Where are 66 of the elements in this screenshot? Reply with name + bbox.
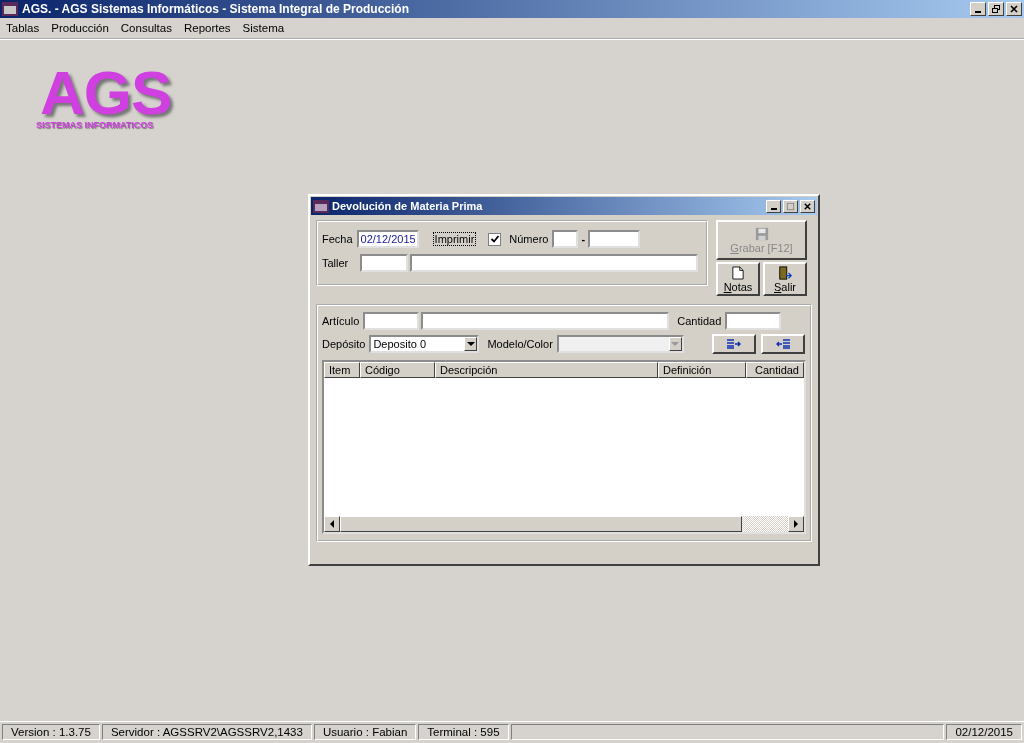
horizontal-scrollbar[interactable] <box>324 516 804 532</box>
app-icon <box>2 1 18 17</box>
close-icon <box>1009 4 1019 14</box>
status-panel: Terminal : 595 <box>418 724 509 740</box>
checkbox-label[interactable]: Imprimir <box>432 232 477 246</box>
number-field[interactable] <box>588 230 641 248</box>
menu-item[interactable]: Reportes <box>177 22 237 34</box>
menu-item[interactable]: Sistema <box>236 22 291 34</box>
print-checkbox[interactable] <box>488 232 502 246</box>
maximize-button[interactable] <box>783 199 798 213</box>
number-prefix-field[interactable] <box>552 230 579 248</box>
separator-text: - <box>581 233 586 245</box>
column-header[interactable]: Código <box>360 362 435 378</box>
field-label: Fecha <box>322 233 353 245</box>
workshop-name-field[interactable] <box>410 254 699 272</box>
article-code-field[interactable] <box>363 312 420 330</box>
menu-item[interactable]: Tablas <box>0 22 46 34</box>
minimize-icon <box>975 11 981 13</box>
logo-subtitle: SISTEMAS INFORMATICOS <box>36 120 154 130</box>
left-arrow-icon <box>330 520 334 528</box>
add-row-button[interactable] <box>711 334 756 354</box>
field-label: Depósito <box>322 338 366 350</box>
warehouse-dropdown[interactable]: Deposito 0 <box>369 335 480 353</box>
menu-item[interactable]: Producción <box>45 22 115 34</box>
logo-text: AGS <box>40 66 172 120</box>
dialog-title: Devolución de Materia Prima <box>332 200 484 212</box>
notes-button[interactable]: Notas <box>716 262 760 296</box>
column-header[interactable]: Cantidad <box>746 362 804 378</box>
maximize-icon <box>786 201 795 211</box>
quantity-field[interactable] <box>725 312 782 330</box>
minimize-button[interactable] <box>970 2 986 16</box>
field-label: Cantidad <box>677 315 722 327</box>
status-panel: Servidor : AGSSRV2\AGSSRV2,1433 <box>101 724 312 740</box>
field-label: Taller <box>322 257 349 269</box>
right-arrow-icon <box>794 520 798 528</box>
caret-icon <box>671 342 680 346</box>
workshop-code-field[interactable] <box>360 254 409 272</box>
remove-row-button[interactable] <box>760 334 805 354</box>
window-title: AGS. - AGS Sistemas Informáticos - Sistema Integral de Producción <box>22 2 410 16</box>
field-label: Modelo/Color <box>487 338 553 350</box>
scrollbar-thumb[interactable] <box>340 516 742 532</box>
exit-button[interactable]: Salir <box>763 262 807 296</box>
field-label: Número <box>509 233 549 245</box>
close-button[interactable] <box>800 199 815 213</box>
column-header[interactable]: Definición <box>658 362 746 378</box>
column-header[interactable]: Item <box>324 362 360 378</box>
restore-icon <box>991 4 1001 14</box>
app-icon <box>313 198 329 214</box>
date-field[interactable]: 02/12/2015 <box>356 230 419 248</box>
article-name-field[interactable] <box>421 312 670 330</box>
column-header[interactable]: Descripción <box>435 362 658 378</box>
status-panel: 02/12/2015 <box>946 724 1022 740</box>
minimize-icon <box>770 207 777 210</box>
door-exit-icon <box>778 265 792 280</box>
status-panel: Version : 1.3.75 <box>2 724 100 740</box>
field-label: Artículo <box>322 315 360 327</box>
list-add-icon <box>726 339 741 349</box>
menu-item[interactable]: Consultas <box>114 22 178 34</box>
list-remove-icon <box>775 339 790 349</box>
close-icon <box>803 201 812 211</box>
status-panel: Usuario : Fabian <box>313 724 417 740</box>
restore-button[interactable] <box>988 2 1004 16</box>
minimize-button[interactable] <box>766 199 781 213</box>
document-icon <box>732 265 744 280</box>
close-button[interactable] <box>1006 2 1022 16</box>
caret-icon <box>466 342 475 346</box>
